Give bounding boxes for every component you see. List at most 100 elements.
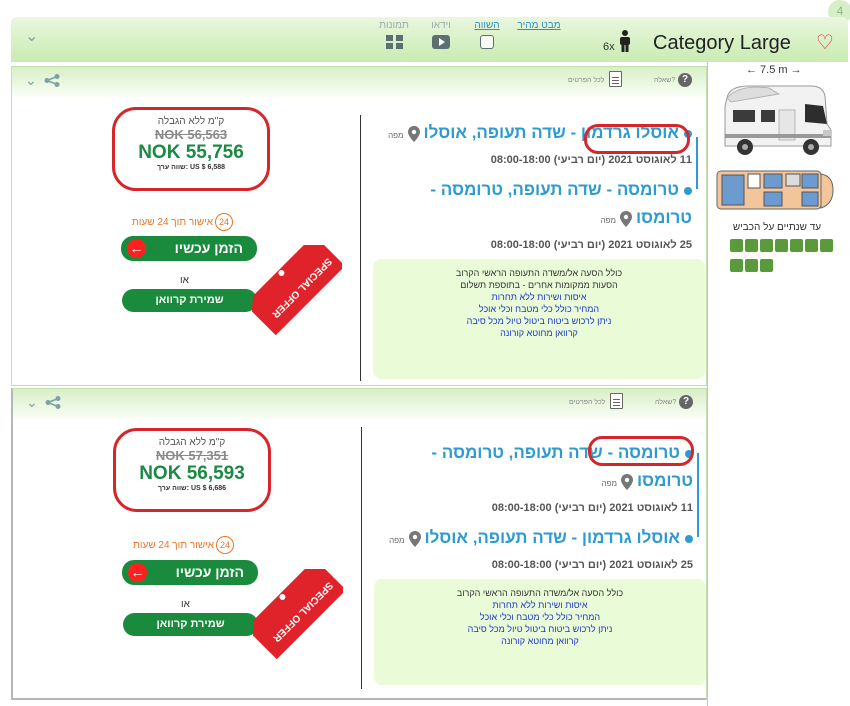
question-icon[interactable]: ? xyxy=(679,395,693,409)
feature-line: ניתן לרכוש ביטוח ביטול טיול מכל סיבה xyxy=(466,316,612,326)
map-link[interactable]: מפה xyxy=(389,536,404,545)
result-card-1: ⌄ לכל הפרטים שאלה? ? ק"מ ללא הגבלה NOK 5… xyxy=(11,66,707,386)
sleeps-note: עד שנתיים על הכביש xyxy=(732,222,822,233)
passenger-count: 6x xyxy=(603,41,615,53)
question-link[interactable]: שאלה? xyxy=(654,77,675,84)
special-offer-tag: SPECIAL OFFER xyxy=(252,245,342,335)
route-line xyxy=(696,137,698,189)
search-results-page: 4 ⌄ תמונות וידאו השווה מבט מהיר 6x Categ… xyxy=(0,0,850,706)
heart-icon[interactable]: ♡ xyxy=(816,33,834,53)
old-price: NOK 57,351 xyxy=(155,448,229,463)
share-icon[interactable] xyxy=(45,396,61,409)
dropoff-date: 25 לאוגוסט 2021 (יום רביעי) 08:00-18:00 xyxy=(490,239,692,251)
dropoff-location-text: טרומסה - שדה תעופה, טרומסה - טרומסו xyxy=(430,180,692,227)
share-icon[interactable] xyxy=(44,74,60,87)
collapse-chevron-icon[interactable]: ⌄ xyxy=(25,29,38,45)
features-box: כולל הסעה אל/משדה התעופה הראשי הקרוב הסע… xyxy=(373,259,705,379)
save-camper-button[interactable]: שמירת קרוואן xyxy=(123,613,258,636)
photos-label: תמונות xyxy=(379,20,409,31)
shower-icon xyxy=(745,239,758,252)
awning-icon xyxy=(820,239,833,252)
document-icon[interactable] xyxy=(609,71,622,87)
map-link[interactable]: מפה xyxy=(388,131,403,140)
usd-value: שווה ערך: US $ 6,686 xyxy=(157,485,227,492)
dropoff-date: 25 לאוגוסט 2021 (יום רביעי) 08:00-18:00 xyxy=(491,559,693,571)
feature-line: איסות ושירות ללא תחרות xyxy=(491,292,587,302)
approval-text: אישור תוך 24 שעות xyxy=(132,217,214,228)
approval-note: אישור תוך 24 שעות 24 xyxy=(132,213,234,231)
video-icon xyxy=(432,35,450,49)
map-pin-icon[interactable] xyxy=(407,125,420,142)
pickup-date: 11 לאוגוסט 2021 (יום רביעי) 08:00-18:00 xyxy=(490,154,692,166)
map-pin-icon[interactable] xyxy=(620,210,633,227)
map-link[interactable]: מפה xyxy=(601,216,616,225)
approval-note: אישור תוך 24 שעות 24 xyxy=(133,536,235,554)
usd-value: שווה ערך: US $ 6,588 xyxy=(156,164,226,171)
photos-tool[interactable]: תמונות xyxy=(372,20,416,54)
quick-view-link[interactable]: מבט מהיר xyxy=(511,20,567,32)
quick-view-tool[interactable]: מבט מהיר xyxy=(511,20,567,32)
unlimited-km-label: ק"מ ללא הגבלה xyxy=(157,116,225,127)
compare-checkbox[interactable] xyxy=(480,35,494,49)
feature-line: קרוואן מחוטא קורונה xyxy=(501,636,579,646)
heating-icon xyxy=(760,239,773,252)
new-price: NOK 55,756 xyxy=(138,142,244,163)
feature-line: קרוואן מחוטא קורונה xyxy=(500,328,578,338)
map-pin-icon[interactable] xyxy=(621,473,634,490)
details-link[interactable]: לכל הפרטים xyxy=(569,399,605,406)
card-toolbar: ⌄ לכל הפרטים שאלה? ? xyxy=(13,389,706,419)
child-seat-icon xyxy=(805,239,818,252)
kitchen-icon xyxy=(730,239,743,252)
book-now-button[interactable]: ← הזמן עכשיו xyxy=(122,560,258,585)
category-header: ⌄ תמונות וידאו השווה מבט מהיר 6x Categor… xyxy=(11,17,848,62)
pickup-date: 11 לאוגוסט 2021 (יום רביעי) 08:00-18:00 xyxy=(491,502,693,514)
floor-plan-image[interactable] xyxy=(716,170,834,212)
result-card-2: ⌄ לכל הפרטים שאלה? ? ק"מ ללא הגבלה NOK 5… xyxy=(11,388,707,700)
document-icon[interactable] xyxy=(610,393,623,409)
old-price: NOK 56,563 xyxy=(154,127,228,142)
video-label: וידאו xyxy=(431,20,451,31)
card-divider xyxy=(360,115,361,381)
feature-line: כולל הסעה אל/משדה התעופה הראשי הקרוב xyxy=(455,268,623,278)
price-box: ק"מ ללא הגבלה NOK 57,351 NOK 56,593 שווה… xyxy=(113,428,271,512)
question-link[interactable]: שאלה? xyxy=(655,399,676,406)
route-line xyxy=(697,453,699,537)
dropoff-location-text: אוסלו גרדמון - שדה תעופה, אוסלו xyxy=(424,528,680,547)
book-now-label: הזמן עכשיו xyxy=(174,240,243,256)
approval-text: אישור תוך 24 שעות xyxy=(133,540,215,551)
compare-label: השווה xyxy=(474,20,500,31)
details-link[interactable]: לכל הפרטים xyxy=(568,77,604,84)
or-label: או xyxy=(180,275,189,286)
motorhome-image[interactable] xyxy=(719,80,835,160)
category-title: Category Large xyxy=(653,32,791,54)
map-link[interactable]: מפה xyxy=(602,479,617,488)
highlight-ring xyxy=(584,124,690,154)
highlight-ring xyxy=(588,436,694,466)
video-tool[interactable]: וידאו xyxy=(419,20,463,54)
dropoff-location[interactable]: אוסלו גרדמון - שדה תעופה, אוסלו מפה xyxy=(373,524,693,555)
feature-line: איסות ושירות ללא תחרות xyxy=(492,600,588,610)
book-now-label: הזמן עכשיו xyxy=(175,564,244,580)
bike-rack-icon xyxy=(790,239,803,252)
dropoff-location[interactable]: טרומסה - שדה תעופה, טרומסה - טרומסומפה xyxy=(372,176,692,235)
approval-hours-badge: 24 xyxy=(216,536,235,554)
collapse-chevron-icon[interactable]: ⌄ xyxy=(25,72,37,89)
feature-line: המחיר כולל כלי מטבח וכלי אוכל xyxy=(479,612,601,622)
collapse-chevron-icon[interactable]: ⌄ xyxy=(26,394,38,411)
map-pin-icon[interactable] xyxy=(408,530,421,547)
save-camper-button[interactable]: שמירת קרוואן xyxy=(122,289,257,312)
price-box: ק"מ ללא הגבלה NOK 56,563 NOK 55,756 שווה… xyxy=(112,107,270,191)
bed-icon xyxy=(760,259,773,272)
compare-tool[interactable]: השווה xyxy=(465,20,509,54)
unlimited-km-label: ק"מ ללא הגבלה xyxy=(158,437,226,448)
feature-line: כולל הסעה אל/משדה התעופה הראשי הקרוב xyxy=(456,588,624,598)
feature-line: ניתן לרכוש ביטוח ביטול טיול מכל סיבה xyxy=(467,624,613,634)
book-now-button[interactable]: ← הזמן עכשיו xyxy=(121,236,257,261)
arrow-left-icon: ← xyxy=(128,563,147,582)
feature-line: הסעות ממקומות אחרים - בתוספת תשלום xyxy=(460,280,618,290)
amenities-icons xyxy=(729,238,841,278)
dropoff-dot xyxy=(684,186,692,195)
question-icon[interactable]: ? xyxy=(678,73,692,87)
vehicle-length: ← 7.5 m → xyxy=(746,64,802,76)
arrow-left-icon: ← xyxy=(127,239,146,258)
